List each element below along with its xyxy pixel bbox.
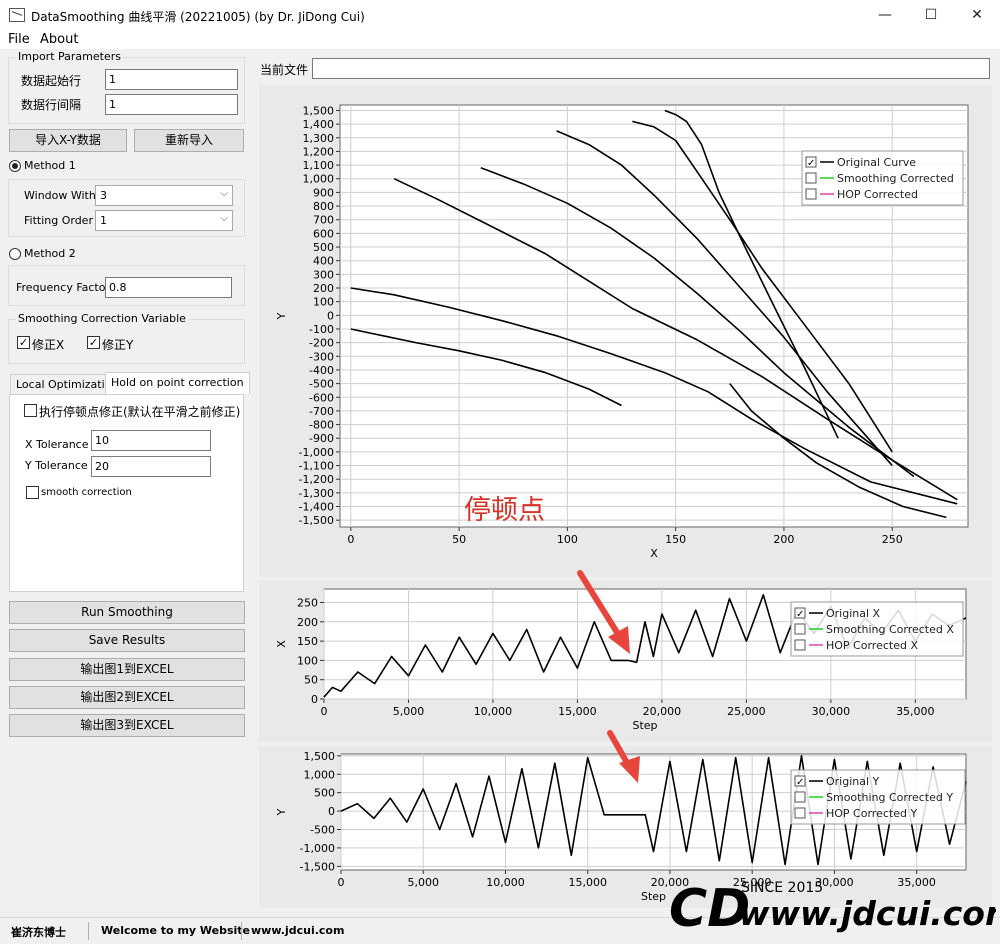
status-author: 崔济东博士 — [11, 926, 66, 939]
annotation-overlay: 停顿点 — [464, 495, 640, 783]
hold-point-annotation: 停顿点 — [464, 495, 545, 526]
arrow-icon — [577, 570, 630, 654]
watermark-logo: CD SINCE 2015 www.jdcui.com — [669, 879, 996, 939]
status-separator — [241, 922, 242, 940]
watermark-url: www.jdcui.com — [739, 894, 996, 933]
arrow-icon — [607, 730, 640, 783]
status-separator — [88, 922, 89, 940]
status-website-link[interactable]: www.jdcui.com — [251, 924, 344, 937]
status-welcome: Welcome to my Website — [101, 924, 251, 937]
